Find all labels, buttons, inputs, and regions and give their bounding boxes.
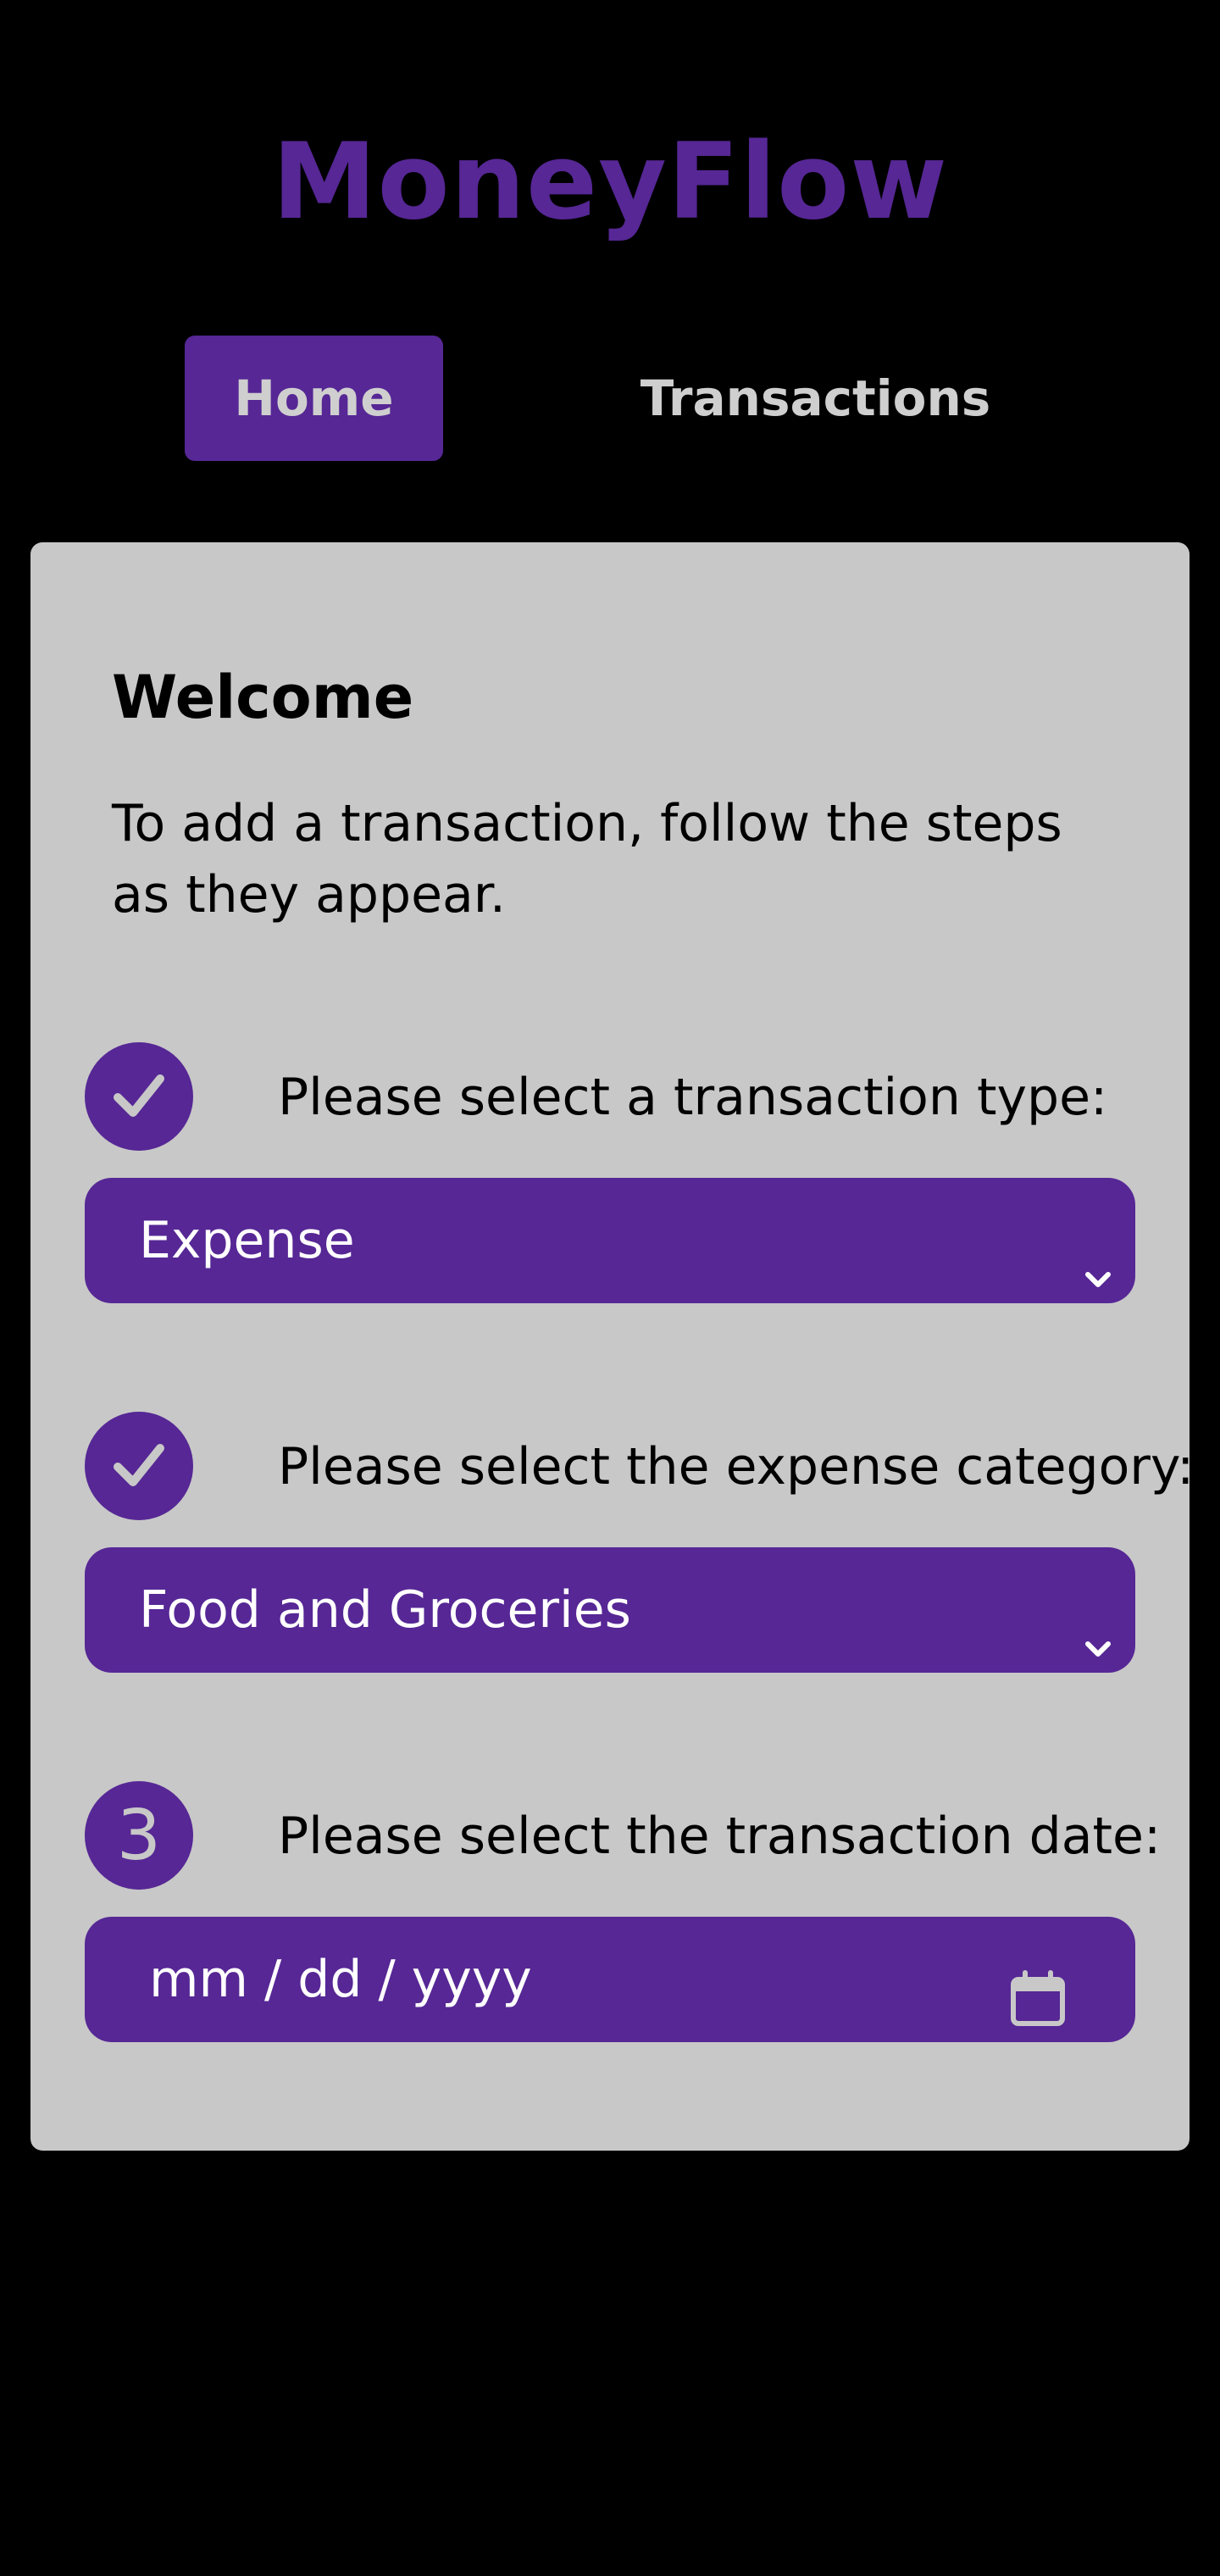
step-label-transaction-type: Please select a transaction type: (278, 1068, 1108, 1127)
step-label-transaction-date: Please select the transaction date: (278, 1807, 1162, 1866)
main-nav: Home Transactions (0, 336, 1220, 461)
tab-transactions[interactable]: Transactions (610, 336, 1021, 461)
transaction-date-input[interactable]: mm / dd / yyyy (85, 1917, 1135, 2042)
chevron-down-icon (1078, 1590, 1118, 1657)
welcome-card: Welcome To add a transaction, follow the… (30, 542, 1194, 2151)
calendar-icon[interactable] (1008, 1949, 1068, 2026)
chevron-down-icon (1078, 1220, 1118, 1287)
date-placeholder: mm / dd / yyyy (149, 1950, 532, 2009)
transaction-type-value: Expense (139, 1211, 355, 1270)
tab-home[interactable]: Home (185, 336, 443, 461)
step-label-expense-category: Please select the expense category: (278, 1437, 1195, 1496)
page: MoneyFlow Home Transactions Welcome To a… (0, 0, 1220, 2576)
expense-category-value: Food and Groceries (139, 1580, 631, 1640)
welcome-instructions: To add a transaction, follow the steps a… (112, 794, 1062, 924)
transaction-type-select[interactable]: Expense (85, 1178, 1135, 1303)
step-complete-check-icon (85, 1042, 193, 1151)
expense-category-select[interactable]: Food and Groceries (85, 1547, 1135, 1673)
app-title: MoneyFlow (272, 121, 948, 243)
welcome-title: Welcome (112, 663, 414, 732)
step-complete-check-icon (85, 1412, 193, 1520)
step-number-badge: 3 (85, 1781, 193, 1890)
